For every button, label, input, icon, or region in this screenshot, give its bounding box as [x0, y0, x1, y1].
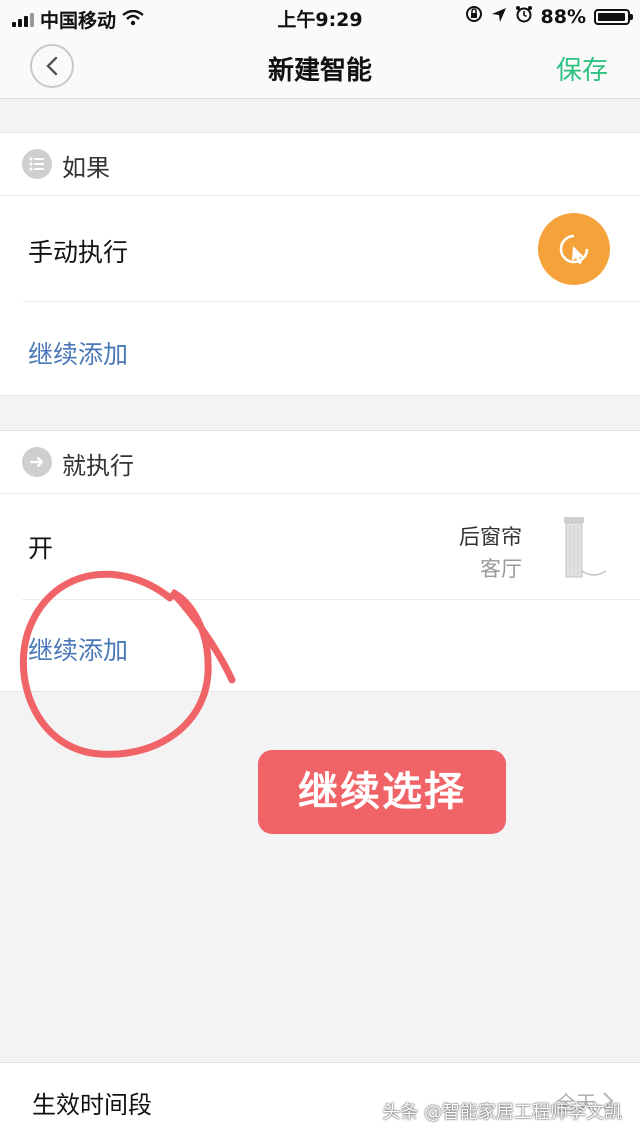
manual-trigger-button[interactable]	[538, 213, 610, 285]
arrow-right-icon	[22, 447, 52, 477]
action-row[interactable]: 开 后窗帘 客厅	[0, 493, 640, 599]
status-bar: 中国移动 上午9:29 88%	[0, 0, 640, 34]
effective-time-label: 生效时间段	[32, 1091, 152, 1119]
battery-icon	[594, 8, 633, 25]
alarm-icon	[515, 5, 533, 28]
if-add-more-link[interactable]: 继续添加	[28, 335, 128, 371]
curtain-device-icon	[564, 517, 607, 578]
list-icon	[22, 149, 52, 179]
device-room: 客厅	[480, 557, 522, 581]
then-add-more-link[interactable]: 继续添加	[28, 631, 128, 667]
location-icon	[491, 6, 507, 28]
page-title: 新建智能	[267, 56, 372, 86]
action-label: 开	[28, 534, 54, 563]
if-section-label: 如果	[62, 154, 110, 182]
tap-icon	[559, 234, 589, 264]
if-section-header: 如果	[0, 133, 640, 196]
if-card: 如果 手动执行 继续添加	[0, 132, 640, 396]
device-name: 后窗帘	[459, 525, 522, 549]
annotation-label: 继续选择	[258, 750, 506, 834]
then-card: 就执行 开 后窗帘 客厅 继续添加	[0, 430, 640, 692]
then-section-header: 就执行	[0, 431, 640, 494]
watermark-text: 头条 @智能家居工程师李文凯	[382, 1102, 622, 1123]
then-section-label: 就执行	[62, 452, 134, 480]
condition-label[interactable]: 手动执行	[28, 233, 128, 269]
rotation-lock-icon	[465, 5, 483, 28]
save-button[interactable]: 保存	[556, 50, 608, 87]
battery-percent: 88%	[540, 5, 586, 28]
nav-bar: 新建智能 保存	[0, 34, 640, 99]
